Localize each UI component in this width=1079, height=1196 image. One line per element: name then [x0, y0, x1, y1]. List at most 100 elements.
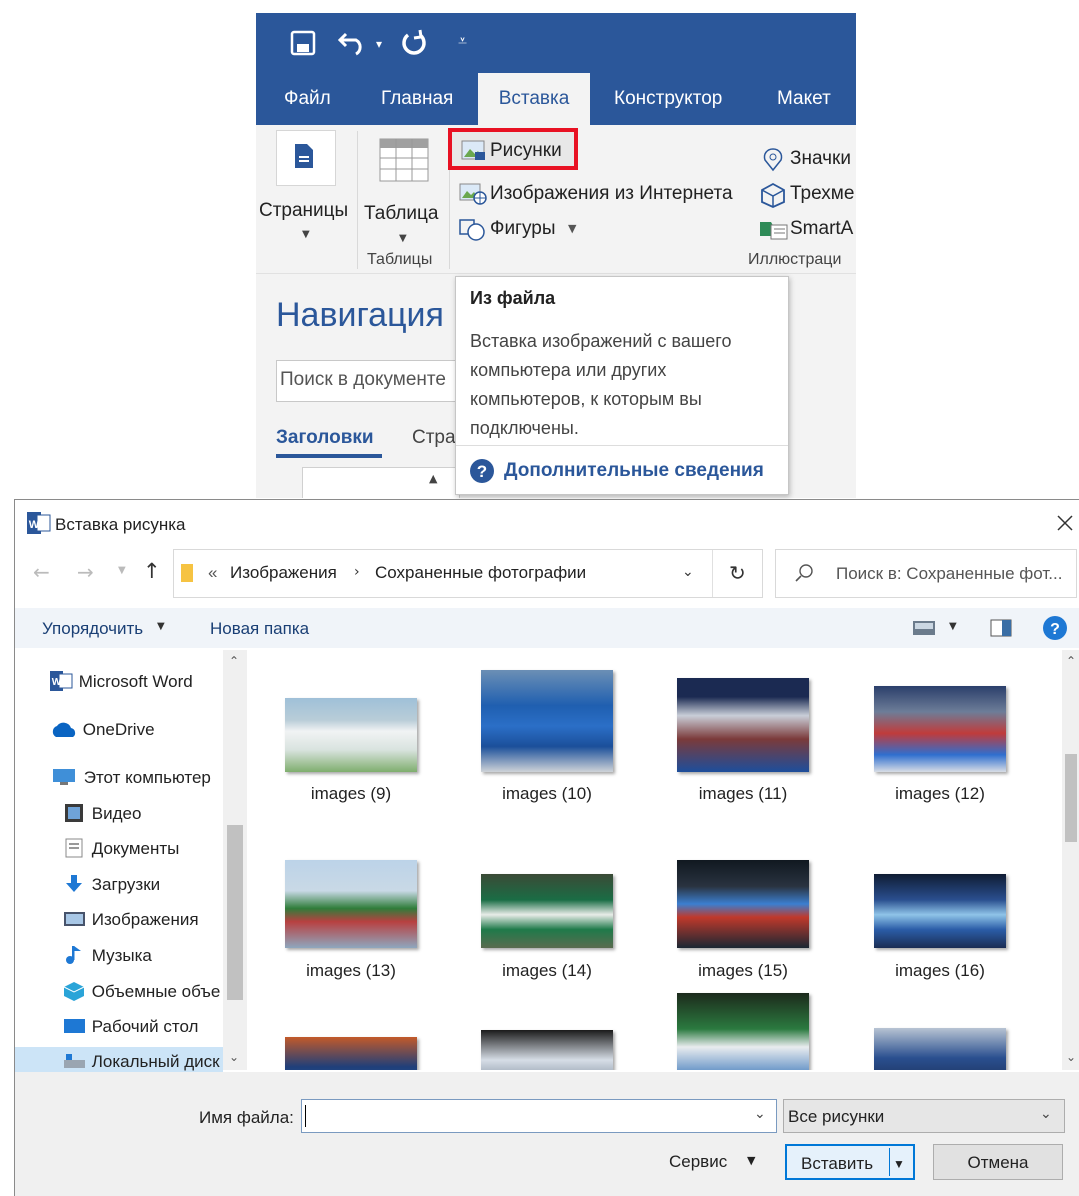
cloud-icon	[52, 722, 76, 737]
scroll-down-icon[interactable]: ⌄	[229, 1050, 239, 1064]
view-dropdown-icon[interactable]: ▼	[949, 621, 957, 632]
scroll-up-icon[interactable]: ⌃	[229, 654, 239, 668]
nav-heading-item[interactable]: ▲	[302, 467, 460, 498]
nav-downloads[interactable]: Загрузки	[63, 870, 160, 900]
nav-scrollbar[interactable]: ⌃ ⌄	[223, 650, 247, 1070]
nav-documents[interactable]: Документы	[63, 834, 179, 864]
nav-microsoft-word[interactable]: W Microsoft Word	[50, 667, 193, 697]
nav-tab-headings[interactable]: Заголовки	[276, 427, 374, 449]
smartart-button[interactable]: SmartA	[790, 218, 853, 240]
screentip-separator	[456, 445, 788, 446]
nav-tab-pages[interactable]: Стра	[412, 427, 456, 449]
models3d-icon	[761, 182, 785, 208]
customize-qat-icon[interactable]: ⩡	[458, 31, 467, 51]
pictures-icon	[64, 912, 85, 926]
icons-button[interactable]: Значки	[790, 148, 851, 170]
file-name: images (9)	[310, 784, 392, 803]
nav-label: Этот компьютер	[83, 768, 211, 787]
organize-dropdown-icon[interactable]: ▼	[157, 621, 165, 632]
filename-input[interactable]: ⌄	[301, 1099, 777, 1133]
file-name: images (15)	[698, 961, 788, 980]
nav-scroll-thumb[interactable]	[227, 825, 243, 1000]
search-placeholder: Поиск в: Сохраненные фот...	[836, 564, 1063, 583]
preview-pane-icon[interactable]	[990, 618, 1012, 638]
breadcrumb-prefix: «	[208, 563, 218, 582]
collapse-icon[interactable]: ▲	[429, 472, 437, 485]
nav-this-pc[interactable]: Этот компьютер	[51, 763, 211, 793]
address-dropdown-icon[interactable]: ⌄	[682, 564, 694, 580]
help-icon[interactable]: ?	[1042, 615, 1068, 641]
address-bar[interactable]: « Изображения › Сохраненные фотографии ⌄…	[173, 549, 763, 598]
desktop-icon	[64, 1019, 85, 1033]
models3d-button[interactable]: Трехме	[790, 183, 854, 205]
tab-layout[interactable]: Макет	[777, 73, 831, 125]
up-icon[interactable]: ↑	[143, 559, 161, 583]
nav-label: Microsoft Word	[78, 672, 193, 691]
pages-button[interactable]: Страницы	[259, 200, 348, 222]
nav-3d-objects[interactable]: Объемные объе	[63, 977, 220, 1007]
nav-search-placeholder: Поиск в документе	[280, 369, 446, 390]
tab-insert[interactable]: Вставка	[478, 73, 590, 125]
more-info-link[interactable]: Дополнительные сведения	[504, 460, 764, 482]
nav-title: Навигация	[276, 296, 444, 334]
thumbnail-image	[285, 698, 417, 772]
filetype-dropdown-icon[interactable]: ⌄	[1040, 1106, 1052, 1122]
thumbnail-image	[481, 874, 613, 948]
tab-file[interactable]: Файл	[284, 73, 331, 125]
back-icon[interactable]: ←	[33, 560, 50, 584]
thumbnail-image[interactable]	[677, 993, 809, 1070]
nav-desktop[interactable]: Рабочий стол	[63, 1012, 198, 1042]
tools-button[interactable]: Сервис	[669, 1152, 727, 1172]
organize-button[interactable]: Упорядочить	[42, 619, 143, 639]
nav-tab-underline	[276, 454, 382, 458]
pages-dropdown-icon[interactable]: ▼	[302, 229, 310, 240]
filename-dropdown-icon[interactable]: ⌄	[754, 1106, 766, 1122]
shapes-button[interactable]: Фигуры	[490, 218, 556, 240]
table-dropdown-icon[interactable]: ▼	[399, 233, 407, 244]
screentip-title: Из файла	[470, 288, 556, 308]
tab-design[interactable]: Конструктор	[614, 73, 722, 125]
thumbnail-image[interactable]	[481, 1030, 613, 1070]
table-button[interactable]: Таблица	[364, 203, 439, 225]
insert-dropdown-icon[interactable]: ▼	[893, 1146, 905, 1182]
nav-pictures[interactable]: Изображения	[63, 905, 199, 935]
nav-search-input[interactable]: Поиск в документе	[276, 360, 478, 402]
tools-dropdown-icon[interactable]: ▼	[747, 1154, 755, 1167]
close-icon[interactable]	[1055, 513, 1075, 533]
shapes-dropdown-icon[interactable]: ▼	[568, 222, 576, 235]
new-folder-button[interactable]: Новая папка	[210, 619, 309, 639]
undo-dropdown-icon[interactable]: ▾	[376, 37, 382, 51]
video-icon	[65, 804, 83, 822]
files-scrollbar[interactable]: ⌃ ⌄	[1062, 650, 1079, 1070]
word-app-icon: W	[27, 512, 51, 534]
nav-videos[interactable]: Видео	[63, 799, 141, 829]
breadcrumb-pictures[interactable]: Изображения	[230, 563, 337, 583]
online-pictures-button[interactable]: Изображения из Интернета	[490, 183, 733, 205]
file-name: images (11)	[698, 784, 788, 803]
filetype-select[interactable]: Все рисунки ⌄	[783, 1099, 1065, 1133]
undo-icon[interactable]	[338, 28, 368, 56]
thumbnail-image[interactable]	[874, 1028, 1006, 1070]
refresh-icon[interactable]: ↻	[729, 561, 746, 585]
nav-label: Видео	[91, 804, 142, 823]
insert-button[interactable]: Вставить ▼	[785, 1144, 915, 1180]
breadcrumb-saved-photos[interactable]: Сохраненные фотографии	[375, 563, 586, 583]
save-icon[interactable]	[290, 30, 316, 56]
scroll-down-icon[interactable]: ⌄	[1066, 1050, 1076, 1064]
tab-home[interactable]: Главная	[381, 73, 453, 125]
thumbnail-image[interactable]	[285, 1037, 417, 1070]
search-input[interactable]: Поиск в: Сохраненные фот...	[775, 549, 1077, 598]
nav-music[interactable]: Музыка	[63, 941, 152, 971]
scroll-up-icon[interactable]: ⌃	[1066, 654, 1076, 668]
forward-icon[interactable]: →	[77, 560, 94, 584]
view-icon[interactable]	[912, 618, 936, 638]
thumbnail-image	[285, 860, 417, 948]
pictures-button[interactable]: Рисунки	[448, 128, 578, 170]
cancel-button[interactable]: Отмена	[933, 1144, 1063, 1180]
folder-icon	[181, 564, 193, 582]
redo-icon[interactable]	[400, 28, 430, 58]
nav-onedrive[interactable]: OneDrive	[50, 715, 155, 745]
group-separator	[357, 131, 358, 269]
recent-locations-icon[interactable]: ▼	[118, 565, 126, 576]
files-scroll-thumb[interactable]	[1065, 754, 1077, 842]
